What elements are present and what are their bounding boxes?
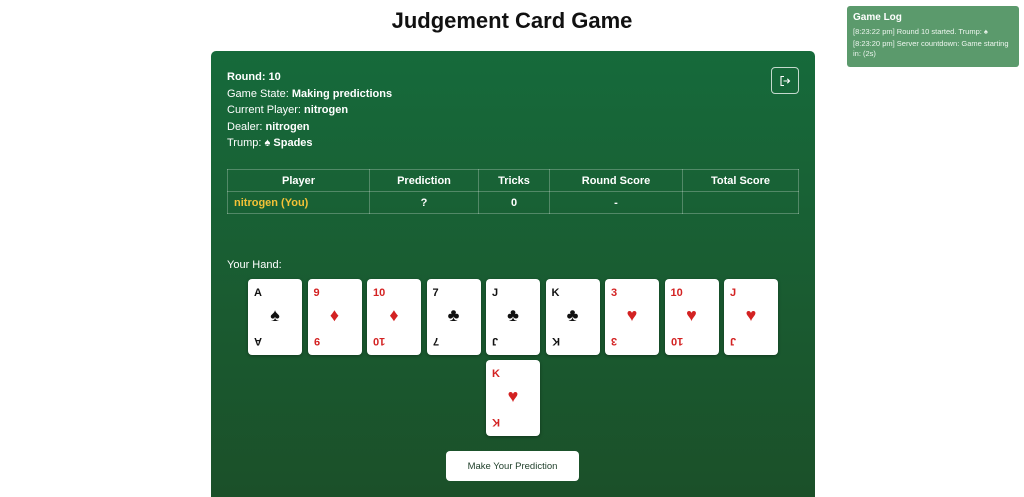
card-rank: J bbox=[492, 335, 499, 347]
hand-card[interactable]: 7 ♣ 7 bbox=[426, 279, 481, 355]
card-rank: 7 bbox=[432, 287, 439, 299]
hand-card[interactable]: J ♣ J bbox=[486, 279, 540, 355]
cell-total-score bbox=[682, 191, 799, 214]
make-prediction-button[interactable]: Make Your Prediction bbox=[446, 451, 579, 481]
header-total-score: Total Score bbox=[682, 169, 799, 192]
state-info: Game State: Making predictions bbox=[227, 87, 393, 100]
card-rank: K bbox=[492, 416, 500, 428]
header-prediction: Prediction bbox=[369, 169, 479, 192]
card-rank: A bbox=[254, 335, 262, 347]
hand-card[interactable]: J ♥ J bbox=[724, 279, 778, 355]
card-suit-icon: ♣ bbox=[507, 305, 519, 325]
card-suit-icon: ♥ bbox=[626, 305, 638, 325]
hand-label: Your Hand: bbox=[227, 259, 282, 271]
game-log-title: Game Log bbox=[853, 12, 902, 23]
cell-prediction: ? bbox=[369, 191, 479, 214]
round-value: 10 bbox=[268, 71, 281, 83]
hand-card[interactable]: 3 ♥ 3 bbox=[605, 279, 659, 355]
hand-card[interactable]: 10 ♦ 10 bbox=[367, 279, 421, 355]
card-rank: J bbox=[730, 287, 737, 299]
card-suit-icon: ♠ bbox=[270, 305, 280, 325]
header-player: Player bbox=[227, 169, 370, 192]
cell-tricks: 0 bbox=[478, 191, 550, 214]
game-board: Round: 10 Game State: Making predictions… bbox=[211, 51, 815, 497]
card-rank: 10 bbox=[670, 287, 683, 299]
card-suit-icon: ♥ bbox=[745, 305, 757, 325]
card-rank: 3 bbox=[611, 335, 618, 347]
current-player-info: Current Player: nitrogen bbox=[227, 104, 349, 116]
table-row: nitrogen (You) ? 0 - bbox=[227, 191, 799, 214]
cell-player: nitrogen (You) bbox=[227, 191, 370, 214]
card-suit-icon: ♣ bbox=[447, 305, 460, 325]
game-log-panel: Game Log [8:23:22 pm] Round 10 started. … bbox=[847, 6, 1019, 67]
card-suit-icon: ♥ bbox=[507, 386, 519, 406]
card-rank: A bbox=[254, 287, 262, 299]
card-rank: K bbox=[551, 335, 560, 347]
header-tricks: Tricks bbox=[478, 169, 550, 192]
card-suit-icon: ♣ bbox=[566, 305, 579, 325]
card-rank: K bbox=[551, 287, 560, 299]
round-info: Round: 10 bbox=[227, 71, 281, 83]
game-info: Round: 10 Game State: Making predictions… bbox=[227, 69, 392, 152]
dealer-value: nitrogen bbox=[265, 120, 310, 133]
card-rank: 10 bbox=[373, 287, 386, 299]
leave-game-button[interactable] bbox=[771, 67, 799, 94]
card-rank: 10 bbox=[670, 335, 683, 347]
hand-card[interactable]: A ♠ A bbox=[248, 279, 302, 355]
score-table: Player Prediction Tricks Round Score Tot… bbox=[227, 169, 799, 214]
hand-card[interactable]: 10 ♥ 10 bbox=[664, 279, 719, 355]
hand-card[interactable]: K ♣ K bbox=[545, 279, 600, 355]
trump-value: ♠ Spades bbox=[264, 137, 313, 149]
card-suit-icon: ♦ bbox=[329, 305, 340, 325]
header-round-score: Round Score bbox=[549, 169, 683, 192]
log-entry: [8:23:22 pm] Round 10 started. Trump: ♠ bbox=[853, 27, 988, 36]
card-rank: J bbox=[730, 335, 737, 347]
current-player-value: nitrogen bbox=[304, 104, 349, 116]
state-value: Making predictions bbox=[291, 87, 393, 100]
hand-card[interactable]: 9 ♦ 9 bbox=[307, 279, 362, 355]
hand-card[interactable]: K ♥ K bbox=[486, 360, 540, 436]
card-rank: K bbox=[492, 368, 500, 380]
card-rank: 7 bbox=[432, 335, 439, 347]
log-entry: [8:23:20 pm] Server countdown: Game star… bbox=[853, 39, 1009, 58]
card-rank: 10 bbox=[373, 335, 386, 347]
trump-info: Trump: ♠ Spades bbox=[227, 137, 313, 149]
card-rank: J bbox=[492, 287, 499, 299]
logout-icon bbox=[780, 75, 791, 86]
dealer-info: Dealer: nitrogen bbox=[227, 120, 310, 133]
card-suit-icon: ♦ bbox=[389, 305, 399, 325]
card-rank: 9 bbox=[313, 287, 320, 299]
card-rank: 3 bbox=[611, 287, 618, 299]
card-suit-icon: ♥ bbox=[686, 305, 697, 325]
card-rank: 9 bbox=[313, 335, 320, 347]
cell-round-score: - bbox=[549, 191, 683, 214]
